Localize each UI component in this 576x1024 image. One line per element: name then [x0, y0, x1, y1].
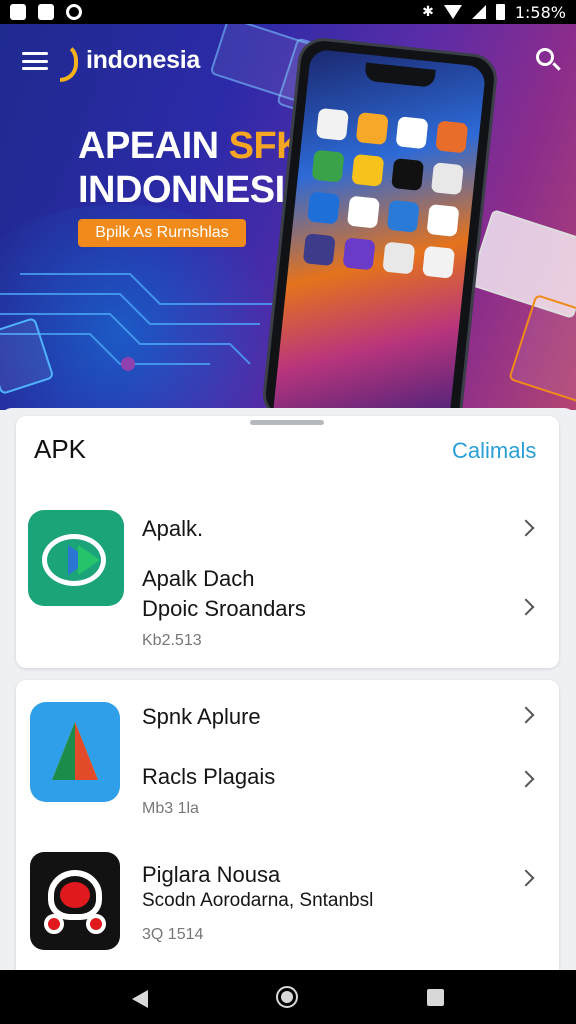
- app-icon: [391, 158, 425, 191]
- cell-signal-icon: [471, 5, 486, 19]
- save-icon: [38, 4, 54, 20]
- battery-icon: [495, 4, 505, 20]
- app-icon: [422, 245, 456, 279]
- app-title[interactable]: Piglara Nousa: [142, 862, 280, 888]
- app-icon: [351, 153, 385, 187]
- app-subtitle: Scodn Aorodarna, Sntanbsl: [142, 890, 374, 911]
- section-action-link[interactable]: Calimals: [452, 438, 536, 464]
- app-icon: [435, 120, 469, 154]
- app-grid: [302, 107, 469, 279]
- app-icon: [311, 149, 345, 183]
- app-icon: [395, 116, 429, 150]
- section-title: APK: [34, 434, 87, 464]
- app-icon: [315, 107, 349, 141]
- back-icon[interactable]: [132, 990, 148, 1008]
- phone-screen: [272, 48, 487, 410]
- brand-name: indonesia: [86, 46, 200, 74]
- app-subtitle: Racls Plagais: [142, 764, 276, 789]
- brand-logo-icon: [60, 42, 78, 82]
- status-bar: ✱ 1:58%: [0, 0, 576, 24]
- app-title[interactable]: Apalk.: [142, 516, 203, 542]
- status-time: 1:58%: [514, 2, 566, 22]
- hero-banner[interactable]: indonesia APEAIN SFK INDONNESIA Bpilk As…: [0, 24, 576, 410]
- app-icon: [355, 112, 389, 146]
- image-icon: [10, 4, 26, 20]
- app-meta: 3Q 1514: [142, 926, 204, 943]
- sync-icon: [66, 4, 82, 20]
- play-arrows-icon[interactable]: [28, 510, 124, 606]
- app-meta: Kb2.513: [142, 632, 202, 649]
- headline-line1: APEAIN: [78, 125, 229, 167]
- app-icon: [307, 191, 341, 225]
- hero-badge-button[interactable]: Bpilk As Rurnshlas: [78, 219, 246, 247]
- robot-face-icon[interactable]: [30, 852, 120, 950]
- app-meta: Mb3 1la: [142, 800, 199, 817]
- app-icon: [386, 199, 420, 233]
- hero-headline: APEAIN SFK INDONNESIA: [78, 124, 312, 212]
- app-icon: [426, 203, 460, 237]
- phone-notch: [364, 62, 436, 88]
- app-icon: [346, 195, 380, 229]
- sheet-drag-handle[interactable]: [250, 420, 324, 425]
- app-icon: [302, 233, 336, 267]
- bluetooth-icon: ✱: [422, 4, 434, 20]
- floating-card: [508, 293, 576, 405]
- triangle-a-icon[interactable]: [30, 702, 120, 802]
- app-icon: [382, 241, 416, 275]
- headline-line2: INDONNESIA: [78, 169, 312, 211]
- app-title[interactable]: Spnk Aplure: [142, 704, 261, 730]
- app-subtitle: Apalk Dach: [142, 566, 255, 591]
- menu-icon[interactable]: [22, 52, 48, 70]
- recents-icon[interactable]: [427, 989, 444, 1006]
- phone-illustration: [260, 35, 500, 410]
- app-icon: [342, 237, 376, 271]
- search-icon[interactable]: [536, 48, 554, 66]
- home-icon[interactable]: [276, 986, 298, 1008]
- wifi-icon: [443, 5, 462, 19]
- app-icon: [430, 162, 464, 196]
- app-subtitle: Dpoic Sroandars: [142, 596, 306, 621]
